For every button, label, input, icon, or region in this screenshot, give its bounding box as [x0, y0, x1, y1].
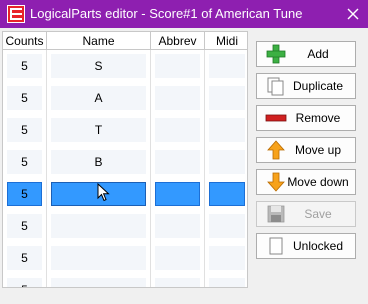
- count-cell[interactable]: 5: [3, 178, 47, 210]
- column-header-name[interactable]: Name: [47, 32, 151, 50]
- count-cell[interactable]: 5: [3, 114, 47, 146]
- table-row[interactable]: 5: [3, 210, 247, 242]
- name-cell[interactable]: S: [47, 50, 151, 82]
- table-row[interactable]: 5: [3, 178, 247, 210]
- title-bar[interactable]: LogicalParts editor - Score#1 of America…: [0, 0, 368, 28]
- abbrev-cell[interactable]: [151, 82, 205, 114]
- table-row[interactable]: 5: [3, 274, 247, 287]
- move-down-button-label: Move down: [287, 175, 349, 189]
- logical-parts-editor-window: LogicalParts editor - Score#1 of America…: [0, 0, 368, 304]
- remove-button[interactable]: Remove: [256, 105, 356, 131]
- table-row[interactable]: 5A: [3, 82, 247, 114]
- unlocked-button[interactable]: Unlocked: [256, 233, 356, 259]
- arrow-up-icon: [265, 139, 287, 161]
- save-button[interactable]: Save: [256, 201, 356, 227]
- name-cell[interactable]: A: [47, 82, 151, 114]
- abbrev-cell[interactable]: [151, 178, 205, 210]
- abbrev-cell[interactable]: [151, 242, 205, 274]
- name-cell[interactable]: B: [47, 146, 151, 178]
- midi-cell[interactable]: [205, 146, 247, 178]
- count-cell[interactable]: 5: [3, 274, 47, 287]
- plus-icon: [265, 43, 287, 65]
- duplicate-button[interactable]: Duplicate: [256, 73, 356, 99]
- abbrev-cell[interactable]: [151, 50, 205, 82]
- duplicate-button-label: Duplicate: [292, 79, 344, 93]
- close-button[interactable]: [338, 0, 368, 28]
- table-row[interactable]: 5S: [3, 50, 247, 82]
- midi-cell[interactable]: [205, 114, 247, 146]
- count-cell[interactable]: 5: [3, 210, 47, 242]
- grid-body: 5S5A5T5B5555: [3, 50, 247, 287]
- parts-grid[interactable]: Counts Name Abbrev Midi 5S5A5T5B5555: [2, 31, 248, 288]
- abbrev-cell[interactable]: [151, 210, 205, 242]
- name-cell[interactable]: [47, 210, 151, 242]
- remove-button-label: Remove: [295, 111, 341, 125]
- count-cell[interactable]: 5: [3, 82, 47, 114]
- minus-icon: [265, 107, 287, 129]
- abbrev-cell[interactable]: [151, 114, 205, 146]
- window-title: LogicalParts editor - Score#1 of America…: [30, 6, 303, 21]
- count-cell[interactable]: 5: [3, 50, 47, 82]
- column-header-abbrev[interactable]: Abbrev: [151, 32, 205, 50]
- move-up-button[interactable]: Move up: [256, 137, 356, 163]
- name-cell[interactable]: [47, 242, 151, 274]
- table-row[interactable]: 5: [3, 242, 247, 274]
- app-icon: [7, 5, 25, 23]
- column-header-midi[interactable]: Midi: [205, 32, 247, 50]
- midi-cell[interactable]: [205, 82, 247, 114]
- count-cell[interactable]: 5: [3, 146, 47, 178]
- save-button-label: Save: [304, 207, 332, 221]
- arrow-down-icon: [265, 171, 287, 193]
- midi-cell[interactable]: [205, 50, 247, 82]
- abbrev-cell[interactable]: [151, 146, 205, 178]
- count-cell[interactable]: 5: [3, 242, 47, 274]
- midi-cell[interactable]: [205, 242, 247, 274]
- move-up-button-label: Move up: [294, 143, 342, 157]
- midi-cell[interactable]: [205, 178, 247, 210]
- abbrev-cell[interactable]: [151, 274, 205, 287]
- floppy-disk-icon: [265, 203, 287, 225]
- midi-cell[interactable]: [205, 274, 247, 287]
- table-row[interactable]: 5T: [3, 114, 247, 146]
- table-row[interactable]: 5B: [3, 146, 247, 178]
- add-button-label: Add: [307, 47, 329, 61]
- name-cell[interactable]: T: [47, 114, 151, 146]
- mouse-cursor-icon: [97, 183, 110, 202]
- copy-icon: [265, 75, 287, 97]
- column-header-counts[interactable]: Counts: [3, 32, 47, 50]
- unlocked-button-label: Unlocked: [292, 239, 344, 253]
- midi-cell[interactable]: [205, 210, 247, 242]
- add-button[interactable]: Add: [256, 41, 356, 67]
- name-cell[interactable]: [47, 274, 151, 287]
- close-icon: [347, 8, 359, 20]
- blank-page-icon: [265, 235, 287, 257]
- move-down-button[interactable]: Move down: [256, 169, 356, 195]
- grid-header: Counts Name Abbrev Midi: [3, 32, 247, 50]
